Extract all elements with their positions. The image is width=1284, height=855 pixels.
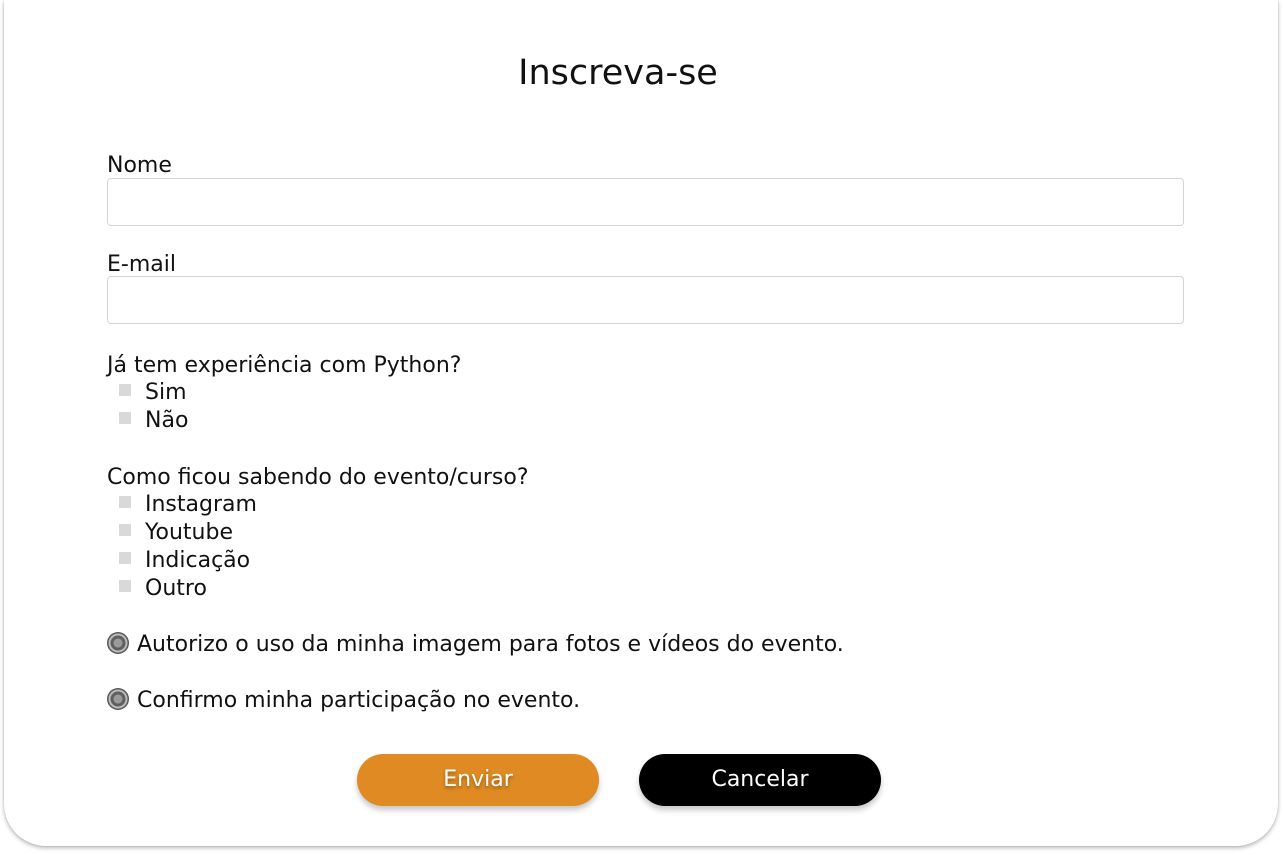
cancel-button[interactable]: Cancelar: [639, 754, 881, 806]
name-label: Nome: [107, 153, 172, 178]
source-option-label: Youtube: [145, 520, 233, 545]
form-title: Inscreva-se: [518, 53, 718, 93]
python-option-label: Sim: [145, 380, 187, 405]
python-option-sim[interactable]: Sim: [119, 379, 187, 407]
participation-confirm-option[interactable]: Confirmo minha participação no evento.: [107, 686, 580, 716]
source-option-label: Indicação: [145, 548, 251, 573]
checkbox-icon[interactable]: [119, 580, 131, 592]
source-option-youtube[interactable]: Youtube: [119, 519, 233, 547]
checkbox-icon[interactable]: [119, 552, 131, 564]
radio-button-icon[interactable]: [107, 688, 129, 710]
submit-button[interactable]: Enviar: [357, 754, 599, 806]
image-consent-option[interactable]: Autorizo o uso da minha imagem para foto…: [107, 630, 844, 660]
checkbox-icon[interactable]: [119, 412, 131, 424]
source-option-instagram[interactable]: Instagram: [119, 491, 257, 519]
python-question: Já tem experiência com Python?: [107, 353, 462, 378]
participation-confirm-label: Confirmo minha participação no evento.: [137, 688, 581, 713]
checkbox-icon[interactable]: [119, 524, 131, 536]
image-consent-label: Autorizo o uso da minha imagem para foto…: [137, 632, 844, 657]
email-label: E-mail: [107, 252, 176, 277]
source-option-label: Instagram: [145, 492, 257, 517]
source-option-label: Outro: [145, 576, 207, 601]
python-option-nao[interactable]: Não: [119, 407, 188, 435]
source-option-outro[interactable]: Outro: [119, 575, 207, 603]
checkbox-icon[interactable]: [119, 384, 131, 396]
email-input[interactable]: [107, 276, 1184, 324]
python-option-label: Não: [145, 408, 189, 433]
signup-card: Inscreva-se Nome E-mail Já tem experiênc…: [4, 0, 1278, 846]
source-question: Como ficou sabendo do evento/curso?: [107, 465, 529, 490]
radio-button-icon[interactable]: [107, 632, 129, 654]
name-input[interactable]: [107, 178, 1184, 226]
checkbox-icon[interactable]: [119, 496, 131, 508]
source-option-indicacao[interactable]: Indicação: [119, 547, 250, 575]
